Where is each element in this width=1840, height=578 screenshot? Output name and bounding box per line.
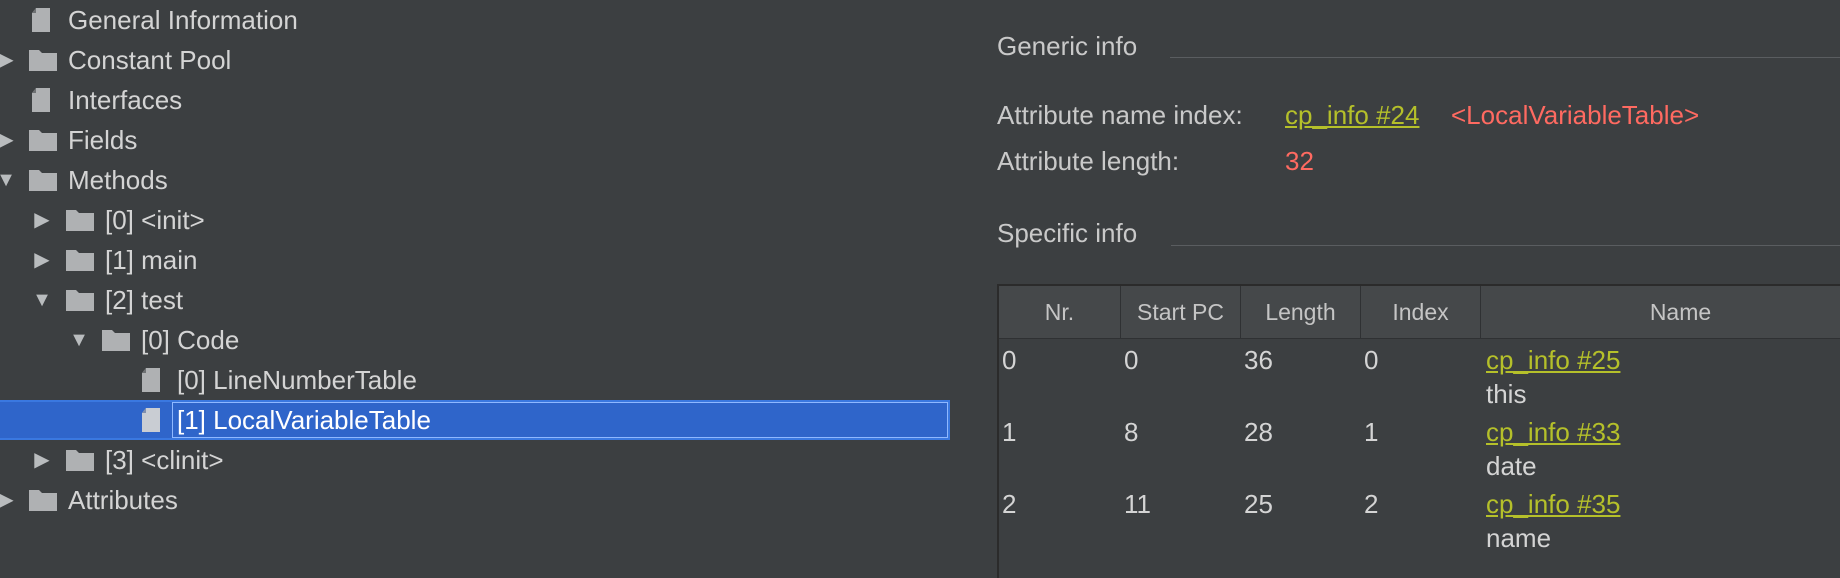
tree-item-label: Methods	[68, 165, 168, 195]
tree-item-method-test[interactable]: ▼ [2] test	[0, 280, 960, 320]
tree-item-label: [0] <init>	[105, 205, 205, 235]
cell-length: 36	[1244, 345, 1273, 375]
folder-icon	[101, 327, 131, 353]
tree-item-constant-pool[interactable]: ▶ Constant Pool	[0, 40, 960, 80]
folder-icon	[65, 207, 95, 233]
tree-item-label: Fields	[68, 125, 138, 155]
cell-length: 25	[1244, 489, 1273, 519]
folder-icon	[28, 167, 58, 193]
tree-item-methods[interactable]: ▼ Methods	[0, 160, 960, 200]
chevron-right-icon[interactable]: ▶	[0, 128, 18, 152]
structure-tree: General Information ▶ Constant Pool Inte…	[0, 0, 960, 578]
chevron-right-icon[interactable]: ▶	[30, 248, 54, 272]
cell-name-link[interactable]: cp_info #25	[1486, 342, 1620, 378]
folder-icon	[28, 127, 58, 153]
tree-item-label: [2] test	[105, 285, 184, 315]
folder-icon	[28, 47, 58, 73]
file-icon	[138, 407, 168, 433]
column-header-nr[interactable]: Nr.	[999, 286, 1121, 338]
cell-nr: 0	[1002, 345, 1017, 375]
chevron-right-icon[interactable]: ▶	[0, 488, 18, 512]
generic-info-title: Generic info	[997, 31, 1138, 61]
cell-start-pc: 0	[1124, 345, 1139, 375]
tree-item-method-main[interactable]: ▶ [1] main	[0, 240, 960, 280]
chevron-down-icon[interactable]: ▼	[0, 168, 18, 192]
section-divider	[1171, 245, 1840, 246]
attr-length-value: 32	[1285, 146, 1314, 176]
cell-name-link[interactable]: cp_info #35	[1486, 486, 1620, 522]
cell-index: 1	[1364, 417, 1379, 447]
cell-name-value: name	[1486, 523, 1552, 553]
tree-item-label: [0] LineNumberTable	[177, 365, 417, 395]
folder-icon	[65, 287, 95, 313]
cell-length: 28	[1244, 417, 1273, 447]
cell-nr: 1	[1002, 417, 1017, 447]
tree-item-label: [1] LocalVariableTable	[177, 405, 431, 435]
table-header: Nr. Start PC Length Index Name	[999, 286, 1840, 339]
chevron-right-icon[interactable]: ▶	[30, 448, 54, 472]
tree-item-method-init[interactable]: ▶ [0] <init>	[0, 200, 960, 240]
column-header-name[interactable]: Name	[1481, 286, 1840, 338]
details-panel: Generic info Attribute name index: cp_in…	[995, 0, 1840, 578]
cell-nr: 2	[1002, 489, 1017, 519]
attr-length-label: Attribute length:	[997, 146, 1180, 176]
attr-name-index-link[interactable]: cp_info #24	[1285, 97, 1419, 133]
tree-item-label: General Information	[68, 5, 298, 35]
tree-item-code[interactable]: ▼ [0] Code	[0, 320, 960, 360]
column-header-index[interactable]: Index	[1361, 286, 1481, 338]
cell-index: 2	[1364, 489, 1379, 519]
tree-item-label: [0] Code	[141, 325, 240, 355]
section-divider	[1170, 57, 1840, 58]
column-header-length[interactable]: Length	[1241, 286, 1361, 338]
local-variable-table: Nr. Start PC Length Index Name 0 0 36 0 …	[997, 284, 1840, 578]
cell-name-value: date	[1486, 451, 1537, 481]
tree-item-label: [1] main	[105, 245, 198, 275]
cell-name-link[interactable]: cp_info #33	[1486, 414, 1620, 450]
tree-item-local-variable-table[interactable]: [1] LocalVariableTable	[0, 400, 960, 440]
cell-start-pc: 11	[1124, 489, 1151, 519]
chevron-down-icon[interactable]: ▼	[67, 328, 91, 352]
cell-name-value: this	[1486, 379, 1527, 409]
folder-icon	[65, 447, 95, 473]
tree-item-attributes[interactable]: ▶ Attributes	[0, 480, 960, 520]
file-icon	[28, 7, 58, 33]
chevron-right-icon[interactable]: ▶	[30, 208, 54, 232]
bytecode-viewer: General Information ▶ Constant Pool Inte…	[0, 0, 1840, 578]
chevron-down-icon[interactable]: ▼	[30, 288, 54, 312]
tree-item-label: Constant Pool	[68, 45, 232, 75]
attr-name-index-label: Attribute name index:	[997, 100, 1243, 130]
cell-start-pc: 8	[1124, 417, 1139, 447]
specific-info-title: Specific info	[997, 218, 1138, 248]
tree-item-label: [3] <clinit>	[105, 445, 224, 475]
tree-item-general-information[interactable]: General Information	[0, 0, 960, 40]
column-header-start-pc[interactable]: Start PC	[1121, 286, 1241, 338]
tree-item-interfaces[interactable]: Interfaces	[0, 80, 960, 120]
chevron-right-icon[interactable]: ▶	[0, 48, 18, 72]
tree-item-label: Interfaces	[68, 85, 183, 115]
tree-item-method-clinit[interactable]: ▶ [3] <clinit>	[0, 440, 960, 480]
tree-item-line-number-table[interactable]: [0] LineNumberTable	[0, 360, 960, 400]
file-icon	[28, 87, 58, 113]
file-icon	[138, 367, 168, 393]
tree-item-fields[interactable]: ▶ Fields	[0, 120, 960, 160]
folder-icon	[28, 487, 58, 513]
attr-name-index-value: <LocalVariableTable>	[1451, 100, 1700, 130]
tree-item-label: Attributes	[68, 485, 178, 515]
cell-index: 0	[1364, 345, 1379, 375]
folder-icon	[65, 247, 95, 273]
